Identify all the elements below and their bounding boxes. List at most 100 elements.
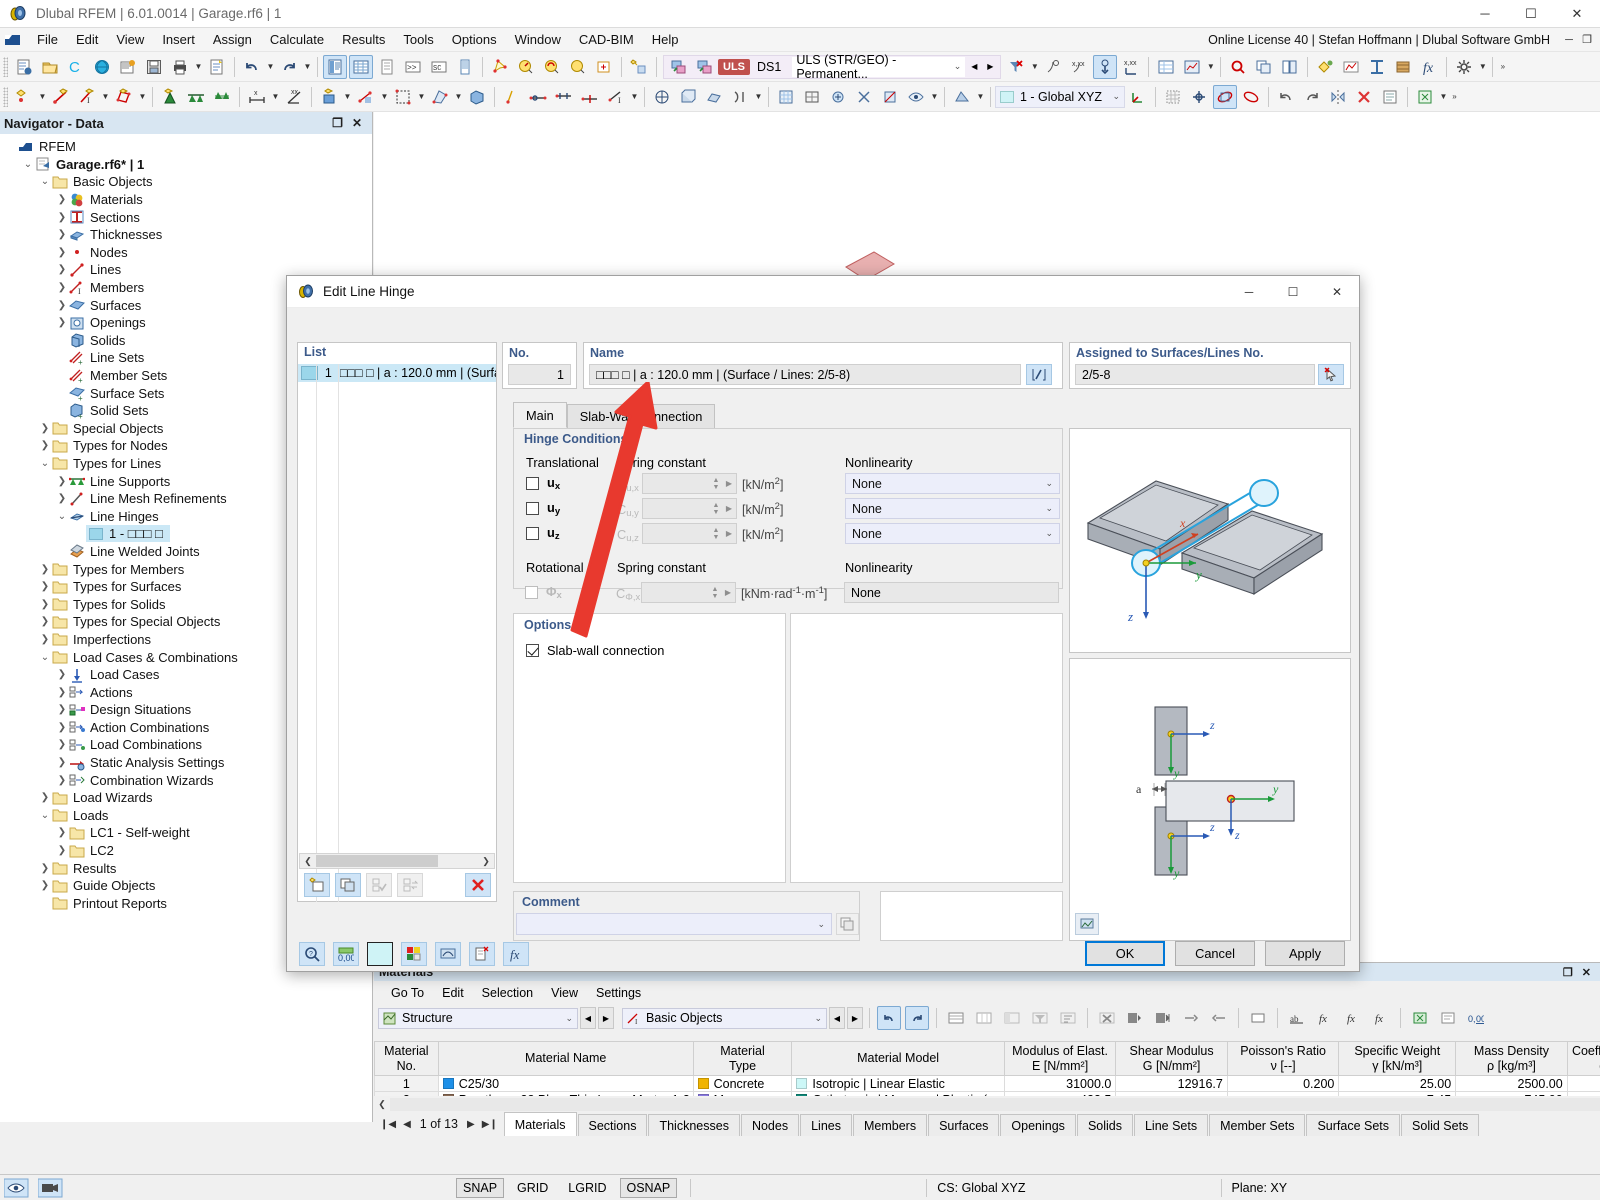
materials-undock-button[interactable]: ❐ bbox=[1563, 966, 1573, 979]
rename-icon[interactable]: ab bbox=[1285, 1006, 1309, 1030]
filter-rows-icon[interactable] bbox=[1028, 1006, 1052, 1030]
expand-chevron-icon[interactable]: ❯ bbox=[55, 264, 69, 275]
uz-checkbox[interactable] bbox=[526, 527, 539, 540]
table-cell[interactable]: 0.00001 bbox=[1566, 1075, 1600, 1092]
materials-horizontal-scrollbar[interactable]: ❮ bbox=[374, 1096, 1600, 1112]
settings-icon[interactable] bbox=[1452, 55, 1476, 79]
table-cell[interactable]: 12916.7 bbox=[1115, 1075, 1228, 1092]
excel-export-icon[interactable] bbox=[1413, 85, 1437, 109]
redo-icon[interactable] bbox=[277, 55, 301, 79]
insert-row-below-icon[interactable] bbox=[1151, 1006, 1175, 1030]
nav-item-materials[interactable]: ❯ Materials bbox=[0, 191, 372, 209]
results-panel-icon[interactable] bbox=[1180, 55, 1204, 79]
tab-sections[interactable]: Sections bbox=[577, 1114, 648, 1136]
grid-icon[interactable] bbox=[1161, 85, 1185, 109]
line-hinge-icon[interactable]: I bbox=[604, 85, 628, 109]
clear-results-icon[interactable] bbox=[1004, 55, 1028, 79]
tab-nodes[interactable]: Nodes bbox=[740, 1114, 800, 1136]
undo-view-icon[interactable] bbox=[1274, 85, 1298, 109]
doc-minimize-button[interactable]: ─ bbox=[1560, 31, 1578, 49]
tab-surfaces[interactable]: Surfaces bbox=[928, 1114, 1000, 1136]
expand-chevron-icon[interactable]: ❯ bbox=[38, 634, 52, 645]
function-fx-icon[interactable]: fx bbox=[1313, 1006, 1337, 1030]
list-scroll-thumb[interactable] bbox=[316, 855, 438, 867]
materials-close-button[interactable]: ✕ bbox=[1582, 966, 1591, 979]
select-all-button[interactable] bbox=[366, 873, 392, 897]
expand-chevron-icon[interactable]: ❯ bbox=[55, 493, 69, 504]
design-concrete-icon[interactable] bbox=[1339, 55, 1363, 79]
tab-members[interactable]: Members bbox=[852, 1114, 928, 1136]
add-ons-icon[interactable] bbox=[1313, 55, 1337, 79]
save-icon[interactable] bbox=[142, 55, 166, 79]
load-case-icon[interactable] bbox=[667, 55, 691, 79]
expand-chevron-icon[interactable]: ❯ bbox=[55, 704, 69, 715]
phix-checkbox-row[interactable]: Φx bbox=[525, 584, 562, 601]
open-folder-icon[interactable] bbox=[38, 55, 62, 79]
result-diagram-icon[interactable]: x,xx bbox=[1119, 55, 1143, 79]
surface-support-icon[interactable] bbox=[210, 85, 234, 109]
cphix-spin-arrows[interactable]: ▲ ▼ bbox=[709, 583, 721, 602]
table-row[interactable]: 1 C25/30 Concrete Isotropic | Linear Elasti… bbox=[374, 1075, 1600, 1092]
results-table-icon[interactable] bbox=[1154, 55, 1178, 79]
search-icon[interactable] bbox=[1226, 55, 1250, 79]
column-header[interactable]: Mass Density ρ [kg/m³] bbox=[1455, 1041, 1568, 1076]
table-cell[interactable]: 31000.0 bbox=[1003, 1075, 1117, 1092]
tab-solids[interactable]: Solids bbox=[1076, 1114, 1133, 1136]
cux-picker-icon[interactable]: ▶ bbox=[722, 479, 736, 488]
filter-dropdown-caret[interactable]: ▼ bbox=[1029, 55, 1040, 79]
maximize-button[interactable]: ☐ bbox=[1508, 0, 1554, 28]
expand-chevron-icon[interactable]: ❯ bbox=[55, 229, 69, 240]
delete-icon[interactable] bbox=[1352, 85, 1376, 109]
redo-dropdown-caret[interactable]: ▼ bbox=[302, 55, 313, 79]
surface-release-icon[interactable] bbox=[702, 85, 726, 109]
display-properties-button[interactable] bbox=[401, 942, 427, 966]
line-hinge-dropdown-caret[interactable]: ▼ bbox=[629, 85, 640, 109]
structure-prev-button[interactable]: ◀ bbox=[580, 1007, 596, 1029]
cut-icon[interactable] bbox=[852, 85, 876, 109]
table-cell[interactable]: C25/30 bbox=[437, 1075, 694, 1092]
cuz-spinbox[interactable]: ▲ ▼ ▶ bbox=[642, 523, 737, 544]
ux-checkbox-row[interactable]: ux bbox=[526, 475, 560, 492]
mesh-settings-icon[interactable] bbox=[774, 85, 798, 109]
expand-chevron-icon[interactable]: ❯ bbox=[55, 317, 69, 328]
nav-item-thicknesses[interactable]: ❯ Thicknesses bbox=[0, 226, 372, 244]
next-record-button[interactable]: ▶ bbox=[467, 1119, 475, 1130]
print-dropdown-caret[interactable]: ▼ bbox=[193, 55, 204, 79]
member-dropdown-caret[interactable]: ▼ bbox=[100, 85, 111, 109]
member-eccentricity-icon[interactable] bbox=[552, 85, 576, 109]
undo-dropdown-caret[interactable]: ▼ bbox=[265, 55, 276, 79]
structure-filter-select[interactable]: Structure ⌄ bbox=[378, 1007, 578, 1029]
collapse-chevron-icon[interactable]: ⌄ bbox=[38, 652, 52, 663]
status-toggle-osnap[interactable]: OSNAP bbox=[619, 1177, 678, 1198]
working-plane-icon[interactable] bbox=[1213, 84, 1237, 109]
show-results-icon[interactable] bbox=[1041, 55, 1065, 79]
collapse-chevron-icon[interactable]: ⌄ bbox=[21, 159, 35, 170]
free-load-dropdown-caret[interactable]: ▼ bbox=[453, 85, 464, 109]
uz-nonlinearity-select[interactable]: None ⌄ bbox=[845, 523, 1060, 544]
menu-item-edit[interactable]: Edit bbox=[67, 30, 107, 49]
close-button[interactable]: ✕ bbox=[1554, 0, 1600, 28]
formula-icon[interactable]: fx bbox=[1417, 55, 1441, 79]
outdent-icon[interactable] bbox=[1179, 1006, 1203, 1030]
status-toggle-snap[interactable]: SNAP bbox=[456, 1177, 505, 1198]
cuy-picker-icon[interactable]: ▶ bbox=[722, 504, 736, 513]
column-header[interactable]: Modulus of Elast. E [N/mm²] bbox=[1003, 1041, 1117, 1076]
dialog-close-button[interactable]: ✕ bbox=[1315, 276, 1359, 308]
hinge-no-field[interactable]: 1 bbox=[508, 364, 571, 385]
app-menu-icon[interactable] bbox=[4, 32, 22, 48]
column-header[interactable]: Shear Modulus G [N/mm²] bbox=[1115, 1041, 1228, 1076]
edit-name-button[interactable] bbox=[1026, 364, 1052, 385]
menu-item-tools[interactable]: Tools bbox=[394, 30, 442, 49]
pan-icon[interactable] bbox=[566, 55, 590, 79]
dimension-dropdown-caret[interactable]: ▼ bbox=[270, 85, 281, 109]
design-steel-icon[interactable] bbox=[1365, 55, 1389, 79]
menu-item-help[interactable]: Help bbox=[643, 30, 688, 49]
expand-chevron-icon[interactable]: ❯ bbox=[55, 300, 69, 311]
surface-load-icon[interactable] bbox=[391, 85, 415, 109]
table-view-icon[interactable] bbox=[944, 1006, 968, 1030]
angle-dimension-icon[interactable]: xx bbox=[282, 85, 306, 109]
phix-checkbox[interactable] bbox=[525, 586, 538, 599]
expand-chevron-icon[interactable]: ❯ bbox=[38, 564, 52, 575]
expand-chevron-icon[interactable]: ❯ bbox=[55, 845, 69, 856]
slab-wall-connection-row[interactable]: Slab-wall connection bbox=[526, 643, 664, 658]
